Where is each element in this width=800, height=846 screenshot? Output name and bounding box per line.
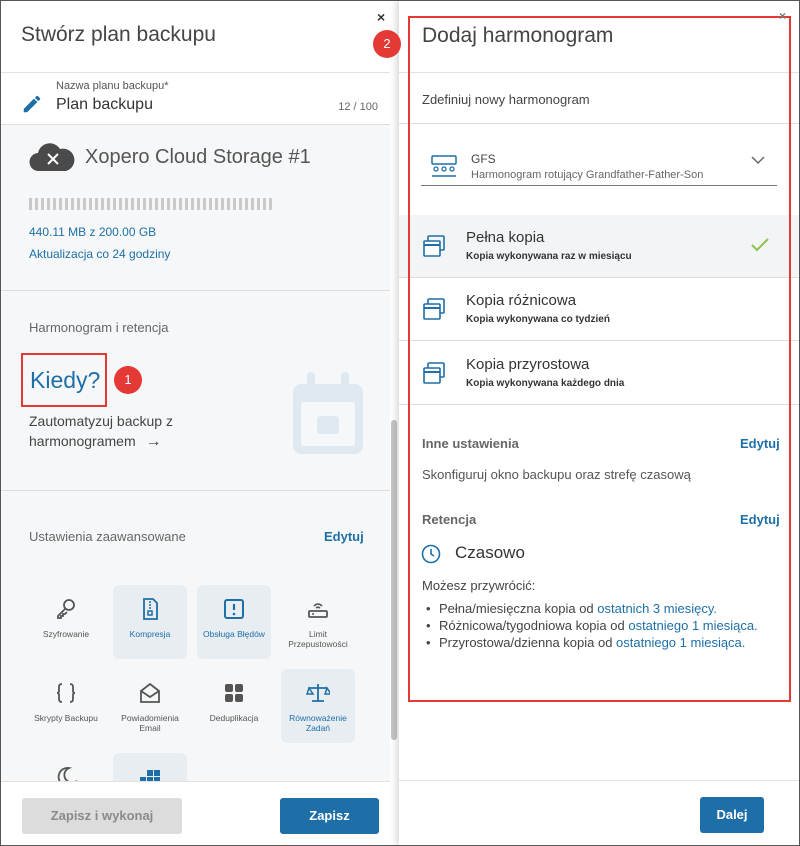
schedule-link[interactable]: Zautomatyzuj backup z harmonogramem → — [29, 411, 173, 452]
restore-period: ostatniego 1 miesiąca. — [628, 618, 758, 633]
plan-name-field[interactable]: Nazwa planu backupu* Plan backupu 12 / 1… — [1, 73, 390, 125]
advanced-title: Ustawienia zaawansowane — [29, 529, 186, 544]
copy-full[interactable]: Pełna kopia Kopia wykonywana raz w miesi… — [399, 215, 799, 278]
restore-text: Przyrostowa/dzienna kopia od — [439, 635, 617, 650]
script-braces-icon — [56, 683, 76, 703]
tile-label: Kompresja — [129, 629, 171, 639]
add-schedule-panel: Dodaj harmonogram Zdefiniuj nowy harmono… — [399, 1, 799, 845]
copy-subtitle: Kopia wykonywana raz w miesiącu — [466, 251, 632, 262]
advanced-edit-link[interactable]: Edytuj — [324, 529, 364, 544]
list-item: Różnicowa/tygodniowa kopia od ostatniego… — [422, 617, 772, 634]
save-button[interactable]: Zapisz — [280, 798, 379, 834]
retention-mode: Czasowo — [455, 543, 525, 562]
plan-name-input[interactable]: Plan backupu — [56, 96, 153, 114]
balance-scale-icon — [306, 684, 330, 702]
panel-title: Dodaj harmonogram — [399, 1, 799, 73]
tile-error-handling[interactable]: Obsługa Błędów — [197, 585, 271, 659]
pencil-icon — [23, 95, 41, 113]
tile-compression[interactable]: Kompresja — [113, 585, 187, 659]
copy-title: Kopia przyrostowa — [466, 356, 590, 373]
tile-backup-scripts[interactable]: Skrypty Backupu — [29, 669, 103, 743]
create-plan-panel: Stwórz plan backupu Nazwa planu backupu*… — [1, 1, 390, 845]
deduplication-icon — [225, 684, 243, 702]
restore-text: Pełna/miesięczna kopia od — [439, 601, 598, 616]
copy-subtitle: Kopia wykonywana każdego dnia — [466, 378, 625, 389]
storage-name: Xopero Cloud Storage #1 — [85, 146, 311, 168]
restore-period: ostatnich 3 miesięcy. — [597, 601, 717, 616]
copy-windows-icon — [423, 362, 445, 384]
tile-label: Obsługa Błędów — [203, 629, 265, 639]
clock-icon — [421, 544, 441, 564]
right-footer: Dalej — [399, 780, 799, 845]
check-icon — [751, 238, 769, 252]
tile-deduplication[interactable]: Deduplikacja — [197, 669, 271, 743]
other-settings-title: Inne ustawienia — [422, 436, 519, 451]
gfs-subtitle: Harmonogram rotujący Grandfather-Father-… — [471, 169, 704, 181]
tile-label: Równoważenie Zadań — [289, 713, 347, 733]
storage-section: Xopero Cloud Storage #1 440.11 MB z 200.… — [1, 125, 390, 291]
tile-label: Szyfrowanie — [42, 629, 90, 639]
schedule-type-select[interactable]: GFS Harmonogram rotujący Grandfather-Fat… — [421, 141, 777, 186]
email-icon — [140, 682, 160, 703]
save-and-run-button[interactable]: Zapisz i wykonaj — [22, 798, 182, 834]
close-icon[interactable]: × — [779, 9, 786, 23]
char-counter: 12 / 100 — [338, 101, 378, 113]
next-button[interactable]: Dalej — [700, 797, 764, 833]
gfs-title: GFS — [471, 152, 496, 166]
annotation-box-1: Kiedy? — [21, 353, 107, 407]
error-handling-icon — [224, 599, 244, 619]
schedule-heading: Kiedy? — [30, 367, 101, 393]
people-group-icon — [431, 155, 457, 177]
retention-edit-link[interactable]: Edytuj — [740, 512, 780, 527]
retention-title: Retencja — [422, 512, 477, 527]
tile-bandwidth-limit[interactable]: Limit Przepustowości — [281, 585, 355, 659]
tile-label: Limit Przepustowości — [288, 629, 348, 649]
tile-load-balancing[interactable]: Równoważenie Zadań — [281, 669, 355, 743]
scrollbar[interactable] — [391, 420, 397, 740]
copy-title: Kopia różnicowa — [466, 292, 577, 309]
key-icon — [57, 599, 75, 619]
panel-title: Stwórz plan backupu — [1, 1, 390, 73]
copy-windows-icon — [423, 298, 445, 320]
define-schedule-label: Zdefiniuj nowy harmonogram — [399, 73, 799, 124]
schedule-desc-line2: harmonogramem — [29, 433, 136, 449]
tile-email-notifications[interactable]: Powiadomienia Email — [113, 669, 187, 743]
restore-period: ostatniego 1 miesiąca. — [616, 635, 746, 650]
other-settings-edit-link[interactable]: Edytuj — [740, 436, 780, 451]
other-settings-desc: Skonfiguruj okno backupu oraz strefę cza… — [422, 467, 691, 482]
close-icon[interactable]: × — [377, 9, 385, 25]
left-footer: Zapisz i wykonaj Zapisz — [1, 781, 390, 845]
copy-subtitle: Kopia wykonywana co tydzień — [466, 314, 610, 325]
copy-differential[interactable]: Kopia różnicowa Kopia wykonywana co tydz… — [399, 278, 799, 341]
compression-icon — [143, 598, 158, 620]
cloud-icon — [29, 143, 75, 172]
copy-windows-icon — [423, 235, 445, 257]
schedule-desc-line1: Zautomatyzuj backup z — [29, 413, 173, 429]
chevron-down-icon — [751, 156, 765, 165]
list-item: Pełna/miesięczna kopia od ostatnich 3 mi… — [422, 600, 772, 617]
calendar-icon — [293, 372, 363, 454]
storage-update-frequency: Aktualizacja co 24 godziny — [29, 247, 171, 261]
restore-list: Pełna/miesięczna kopia od ostatnich 3 mi… — [422, 600, 772, 651]
annotation-badge-2: 2 — [373, 30, 401, 58]
arrow-right-icon: → — [145, 433, 162, 450]
restore-text: Różnicowa/tygodniowa kopia od — [439, 618, 629, 633]
storage-usage-bar — [29, 198, 273, 210]
restore-title: Możesz przywrócić: — [422, 578, 536, 593]
annotation-badge-1: 1 — [114, 366, 142, 394]
advanced-settings: Ustawienia zaawansowane Edytuj Szyfrowan… — [1, 491, 390, 827]
bandwidth-router-icon — [308, 603, 328, 618]
copy-incremental[interactable]: Kopia przyrostowa Kopia wykonywana każde… — [399, 342, 799, 405]
tile-label: Deduplikacja — [209, 713, 259, 723]
schedule-section-title: Harmonogram i retencja — [29, 320, 169, 335]
tile-encryption[interactable]: Szyfrowanie — [29, 585, 103, 659]
tile-label: Skrypty Backupu — [34, 713, 98, 723]
copy-title: Pełna kopia — [466, 229, 545, 246]
tile-label: Powiadomienia Email — [121, 713, 179, 733]
schedule-section: Harmonogram i retencja Kiedy? 1 Zautomat… — [1, 291, 390, 491]
storage-usage: 440.11 MB z 200.00 GB — [29, 225, 157, 239]
plan-name-label: Nazwa planu backupu* — [56, 80, 169, 92]
list-item: Przyrostowa/dzienna kopia od ostatniego … — [422, 634, 772, 651]
